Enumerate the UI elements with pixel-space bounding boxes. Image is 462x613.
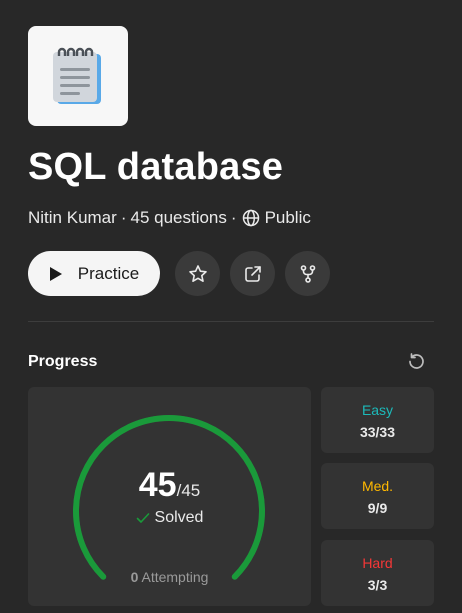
meta-separator: · [230,208,237,227]
attempting-label: Attempting [141,569,209,585]
author-name[interactable]: Nitin Kumar [28,208,117,228]
play-icon [49,266,63,282]
difficulty-card-easy: Easy 33/33 [321,387,434,453]
solved-number: 45 [138,466,177,504]
reset-progress-button[interactable] [405,351,427,373]
practice-button[interactable]: Practice [28,251,160,296]
visibility-label: Public [264,208,311,227]
difficulty-value: 33/33 [359,424,396,440]
difficulty-label: Hard [362,555,393,571]
globe-icon [242,209,260,227]
section-divider [28,321,434,322]
check-icon [136,512,150,524]
question-count: 45 questions [130,208,227,227]
difficulty-label: Easy [361,402,394,418]
practice-label: Practice [77,263,140,283]
reset-icon [409,353,424,369]
attempting-count: 0 [130,569,139,585]
list-meta: Nitin Kumar · 45 questions · Public [28,208,311,228]
difficulty-label: Med. [361,478,394,494]
difficulty-card-medium: Med. 9/9 [321,463,434,529]
action-bar: Practice [28,251,330,296]
star-icon [188,264,207,282]
fork-icon [300,264,315,283]
attempting-status: 0 Attempting [28,569,311,585]
notepad-icon [53,47,101,104]
external-link-icon [244,265,261,282]
solved-count: 45/45 [28,466,311,505]
solved-label: Solved [154,509,204,526]
share-button[interactable] [230,251,275,296]
progress-heading: Progress [28,353,98,370]
favorite-button[interactable] [175,251,220,296]
difficulty-value: 3/3 [367,577,388,593]
fork-button[interactable] [285,251,330,296]
meta-separator: · [120,208,127,227]
study-list-page: SQL database Nitin Kumar · 45 questions … [0,0,462,613]
difficulty-value: 9/9 [367,500,388,516]
list-cover [28,26,128,126]
difficulty-card-hard: Hard 3/3 [321,540,434,606]
total-number: /45 [176,481,201,500]
list-title: SQL database [28,146,284,188]
solved-status: Solved [28,509,311,527]
